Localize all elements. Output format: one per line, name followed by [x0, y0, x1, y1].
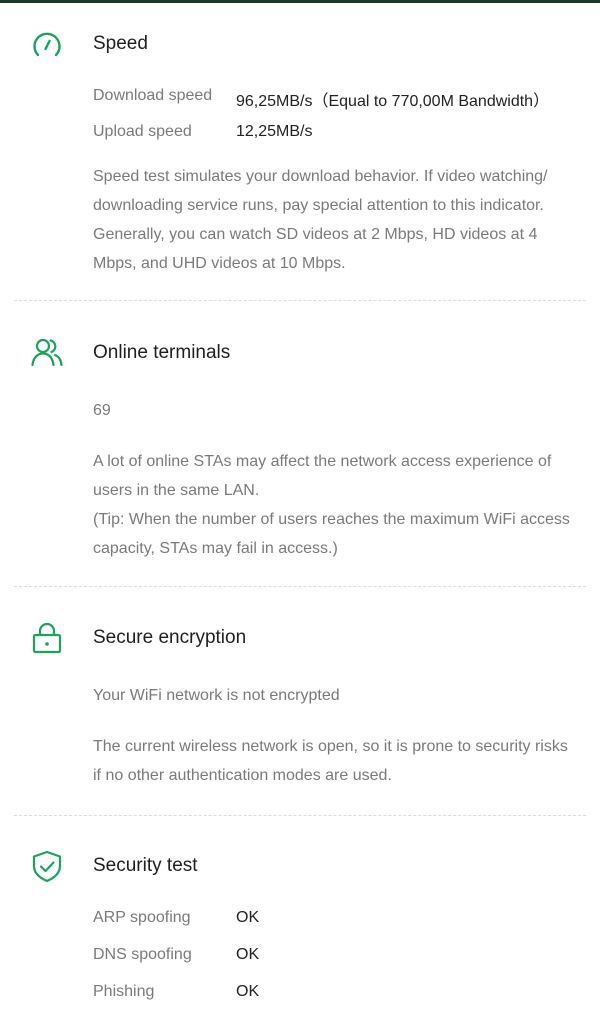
divider: [14, 586, 586, 587]
speed-description-text: Speed test simulates your download behav…: [93, 168, 548, 272]
download-speed-label: Download speed: [93, 87, 213, 104]
lock-icon: [30, 622, 64, 656]
encryption-description-text: The current wireless network is open, so…: [93, 738, 568, 784]
terminals-description-line1: A lot of online STAs may affect the netw…: [93, 453, 552, 499]
upload-speed-label: Upload speed: [93, 123, 192, 140]
security-title: Security test: [93, 855, 198, 876]
speedometer-icon: [30, 28, 64, 62]
divider: [14, 300, 586, 301]
phishing-value: OK: [236, 983, 260, 1000]
arp-spoofing-label: ARP spoofing: [93, 909, 191, 926]
terminals-description-line2: (Tip: When the number of users reaches t…: [93, 511, 570, 557]
shield-check-icon: [30, 849, 64, 883]
divider: [14, 815, 586, 816]
encryption-status: Your WiFi network is not encrypted: [93, 687, 340, 704]
terminals-title: Online terminals: [93, 342, 231, 363]
arp-spoofing-value: OK: [236, 909, 260, 926]
dns-spoofing-value: OK: [236, 946, 260, 963]
upload-speed-value: 12,25MB/s: [236, 123, 313, 140]
users-icon: [30, 336, 64, 370]
terminals-description: A lot of online STAs may affect the netw…: [93, 447, 573, 563]
terminals-count: 69: [93, 402, 111, 419]
speed-title: Speed: [93, 33, 148, 54]
speed-description: Speed test simulates your download behav…: [93, 162, 573, 278]
encryption-description: The current wireless network is open, so…: [93, 732, 573, 790]
download-speed-value: 96,25MB/s（Equal to 770,00M Bandwidth）: [236, 93, 550, 110]
phishing-label: Phishing: [93, 983, 155, 1000]
dns-spoofing-label: DNS spoofing: [93, 946, 192, 963]
top-accent-bar: [0, 0, 600, 3]
encryption-title: Secure encryption: [93, 627, 247, 648]
